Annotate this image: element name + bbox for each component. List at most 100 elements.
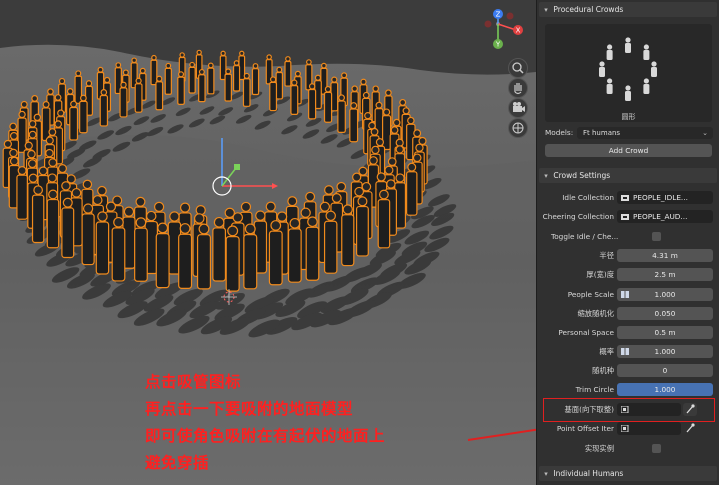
row-label: 实现实例 — [584, 444, 614, 453]
chevron-right-icon: ▾ — [544, 470, 548, 478]
scale-random-field[interactable]: 0.050 — [617, 307, 713, 320]
cheering-collection-value: PEOPLE_AUD... — [633, 212, 688, 221]
annotation-line-1: 点击吸管图标 — [145, 373, 242, 391]
point-offset-row: Point Offset Iter — [537, 422, 719, 436]
crowd-settings-title: Crowd Settings — [553, 171, 611, 180]
scale-random-row: 缩放随机化 0.050 — [537, 307, 719, 321]
probability-field[interactable]: 1.000 — [617, 345, 713, 358]
personal-space-row: Personal Space 0.5 m — [537, 326, 719, 340]
crowd-person — [155, 75, 164, 111]
people-scale-row: People Scale 1.000 — [537, 288, 719, 302]
collection-icon — [621, 195, 629, 201]
driver-icon — [621, 348, 629, 355]
crowd-person — [284, 56, 292, 87]
crowd-person — [207, 62, 215, 95]
highlight-box — [543, 398, 715, 422]
models-value: Ft humans — [583, 129, 621, 137]
row-label: 概率 — [599, 347, 614, 356]
perspective-grid-icon[interactable] — [508, 118, 528, 138]
3d-viewport[interactable]: Z X Y 点击吸管图标 再点击一下要吸附的地面模型 即可使角色吸附在有起伏的地… — [0, 0, 536, 485]
preview-person-icon — [606, 44, 613, 61]
circle-formation-icon — [599, 37, 657, 101]
row-label: Idle Collection — [562, 193, 614, 202]
procedural-crowds-header[interactable]: ▾ Procedural Crowds — [539, 2, 717, 17]
idle-collection-field[interactable]: PEOPLE_IDLE... — [617, 191, 713, 204]
trim-circle-slider[interactable]: 1.000 — [617, 383, 713, 396]
eyedropper-button[interactable] — [683, 422, 697, 435]
personal-space-field[interactable]: 0.5 m — [617, 326, 713, 339]
realize-instances-checkbox[interactable] — [652, 444, 661, 453]
chevron-down-icon: ▾ — [544, 6, 548, 14]
annotation-line-2: 再点击一下要吸附的地面模型 — [145, 400, 354, 418]
chevron-down-icon: ⌄ — [702, 129, 708, 137]
row-label: 厚(宽)度 — [586, 270, 614, 279]
people-scale-field[interactable]: 1.000 — [617, 288, 713, 301]
row-label: 随机种 — [592, 366, 614, 375]
thickness-field[interactable]: 2.5 m — [617, 268, 713, 281]
idle-collection-row: Idle Collection PEOPLE_IDLE... — [537, 191, 719, 205]
crowd-person — [79, 94, 88, 134]
radius-field[interactable]: 4.31 m — [617, 249, 713, 262]
row-label: 半径 — [599, 251, 614, 260]
crowd-person — [150, 54, 158, 86]
crowd-person — [164, 62, 172, 95]
preview-person-icon — [643, 78, 650, 94]
point-offset-field[interactable] — [617, 422, 681, 435]
preview-person-icon — [625, 85, 631, 101]
crowd-person — [198, 68, 206, 103]
crowd-person — [69, 100, 79, 141]
row-label: Cheering Collection — [542, 212, 614, 221]
crowd-person — [224, 68, 232, 102]
models-dropdown[interactable]: Ft humans ⌄ — [577, 127, 713, 139]
crowd-person — [337, 94, 346, 133]
idle-collection-value: PEOPLE_IDLE... — [633, 193, 688, 202]
realize-instances-row: 实现实例 — [537, 442, 719, 456]
crowd-person — [275, 66, 284, 100]
trim-circle-row: Trim Circle 1.000 — [537, 383, 719, 397]
crowd-person — [177, 71, 185, 105]
crowd-person — [323, 85, 333, 123]
camera-icon[interactable] — [508, 98, 528, 118]
gizmo-y-label: Y — [495, 41, 501, 49]
random-seed-field[interactable]: 0 — [617, 364, 713, 377]
chevron-down-icon: ▾ — [544, 172, 548, 180]
crowd-person — [134, 77, 143, 113]
crowd-person — [232, 60, 241, 92]
gizmo-z-label: Z — [496, 11, 501, 19]
crowd-person — [242, 72, 251, 107]
row-label: People Scale — [567, 290, 614, 299]
annotation-line-3: 即可使角色吸附在有起伏的地面上 — [145, 427, 386, 445]
individual-humans-title: Individual Humans — [553, 469, 624, 478]
collection-icon — [621, 214, 629, 220]
crowd-person — [290, 79, 299, 115]
people-scale-value: 1.000 — [654, 290, 676, 299]
pan-hand-icon[interactable] — [508, 78, 528, 98]
preview-person-icon — [651, 61, 657, 77]
individual-humans-header[interactable]: ▾ Individual Humans — [539, 466, 717, 481]
cheering-collection-field[interactable]: PEOPLE_AUD... — [617, 210, 713, 223]
crowd-person — [119, 81, 128, 118]
navigation-gizmo[interactable]: Z X Y — [484, 6, 530, 52]
cheering-collection-row: Cheering Collection PEOPLE_AUD... — [537, 210, 719, 224]
add-crowd-button[interactable]: Add Crowd — [545, 144, 712, 157]
preview-person-icon — [606, 78, 613, 94]
models-label: Models: — [545, 128, 574, 137]
crowd-person — [349, 102, 359, 143]
crowd-person — [269, 76, 278, 112]
toggle-idle-row: Toggle Idle / Che... — [537, 230, 719, 244]
probability-row: 概率 1.000 — [537, 345, 719, 359]
preview-person-icon — [643, 44, 650, 61]
random-seed-row: 随机种 0 — [537, 364, 719, 378]
row-label: Personal Space — [558, 328, 614, 337]
annotation-line-4: 避免穿插 — [145, 454, 210, 472]
crowd-person — [99, 89, 109, 127]
row-label: 缩放随机化 — [577, 309, 614, 318]
crowd-person — [251, 63, 260, 96]
crowd-preview-thumbnail[interactable] — [545, 24, 712, 122]
sidebar-panel: ▾ Procedural Crowds 圆形 Models: Ft humans… — [536, 0, 719, 485]
radius-row: 半径 4.31 m — [537, 249, 719, 263]
zoom-icon[interactable] — [508, 58, 528, 78]
preview-person-icon — [625, 37, 631, 53]
crowd-settings-header[interactable]: ▾ Crowd Settings — [539, 168, 717, 183]
toggle-idle-checkbox[interactable] — [652, 232, 661, 241]
